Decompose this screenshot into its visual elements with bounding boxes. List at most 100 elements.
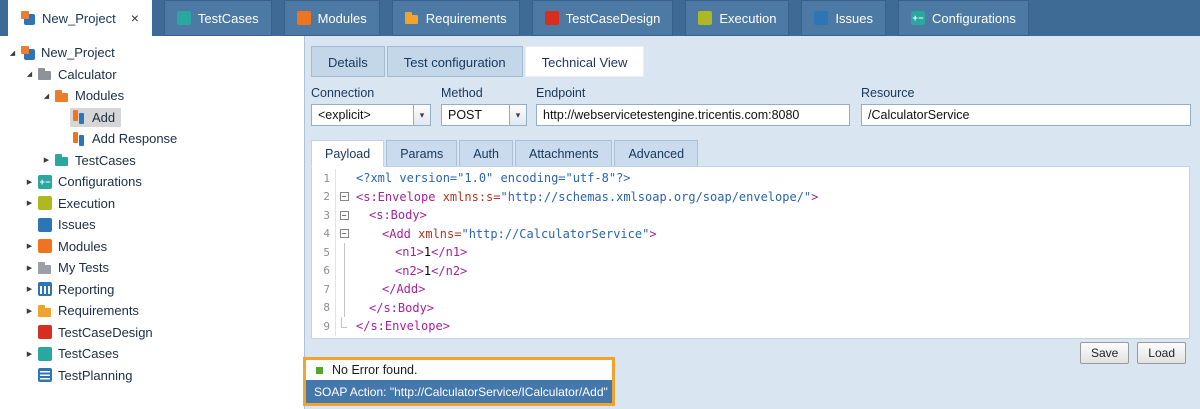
execution-icon [38,196,52,210]
top-tab-issues[interactable]: Issues [801,0,886,36]
method-select[interactable]: POST [441,104,527,126]
tree-item-label: TestPlanning [58,368,132,383]
tree-item-new-project[interactable]: ◢New_Project [0,42,304,64]
top-tab-requirements[interactable]: Requirements [392,0,520,36]
tree-item-add[interactable]: Add [0,107,304,129]
tab-test-configuration[interactable]: Test configuration [387,46,523,77]
resource-input[interactable] [861,104,1191,126]
top-tab-new-project[interactable]: New_Project × [8,0,152,36]
tree-item-label: Configurations [58,174,142,189]
expand-arrow-icon[interactable]: ▶ [40,156,53,164]
module-icon [72,132,86,146]
connection-select[interactable]: <explicit> [311,104,431,126]
tree-item-testplanning[interactable]: TestPlanning [0,365,304,387]
tree-item-add-response[interactable]: Add Response [0,128,304,150]
tree-item-label: Add Response [92,131,177,146]
save-button[interactable]: Save [1080,342,1129,364]
tab-technical-view[interactable]: Technical View [525,46,645,77]
chevron-down-icon[interactable] [509,105,526,125]
fold-guide [336,317,352,336]
tree-item-modules[interactable]: ▶Modules [0,236,304,258]
chevron-down-icon[interactable] [413,105,430,125]
top-tab-testcases[interactable]: TestCases [164,0,272,36]
expand-arrow-icon[interactable]: ▶ [23,199,36,207]
fold-guide [336,299,352,318]
collapse-arrow-icon[interactable]: ◢ [6,49,19,57]
tab-details[interactable]: Details [311,46,385,77]
tree-item-configurations[interactable]: ▶ Configurations [0,171,304,193]
line-number: 9 [312,317,336,336]
expand-arrow-icon[interactable]: ▶ [23,285,36,293]
method-field: Method POST [441,86,527,126]
code-text: <n1>1</n1> [352,243,467,262]
reporting-icon [38,282,52,296]
endpoint-input[interactable] [536,104,850,126]
tab-payload[interactable]: Payload [311,140,384,167]
main-panel: DetailsTest configurationTechnical View … [305,36,1200,409]
expand-arrow-icon[interactable]: ▶ [23,264,36,272]
tree-item-requirements[interactable]: ▶ Requirements [0,300,304,322]
tree-item-calculator[interactable]: ◢Calculator [0,64,304,86]
tree-item-label: Requirements [58,303,139,318]
code-text: <s:Envelope xmlns:s="http://schemas.xmls… [352,188,818,207]
collapse-arrow-icon[interactable]: ◢ [40,92,53,100]
top-tab-label: Issues [835,11,873,26]
tree-item-content: Add Response [70,129,183,148]
tree-item-testcases[interactable]: ▶TestCases [0,343,304,365]
top-tab-testcasedesign[interactable]: TestCaseDesign [532,0,674,36]
code-text: <n2>1</n2> [352,262,467,281]
top-tab-label: New_Project [42,11,116,26]
code-text: <Add xmlns="http://CalculatorService"> [352,225,657,244]
tree-item-content: Requirements [36,301,145,320]
module-icon [72,110,86,124]
tree-item-label: TestCaseDesign [58,325,153,340]
tree-item-issues[interactable]: Issues [0,214,304,236]
top-tab-modules[interactable]: Modules [284,0,380,36]
tab-advanced[interactable]: Advanced [614,140,698,167]
top-tab-label: Modules [318,11,367,26]
line-number: 8 [312,299,336,318]
collapse-arrow-icon[interactable]: ◢ [23,70,36,78]
fold-collapse-icon[interactable]: − [336,188,352,207]
top-tab-configurations[interactable]: Configurations [898,0,1029,36]
expand-arrow-icon[interactable]: ▶ [23,242,36,250]
top-tab-label: TestCases [198,11,259,26]
tree-item-label: Add [92,110,115,125]
tree-item-label: Modules [75,88,124,103]
endpoint-label: Endpoint [536,86,850,100]
testcasedesign-icon [545,11,559,25]
fold-collapse-icon[interactable]: − [336,225,352,244]
code-line: 9</s:Envelope> [312,317,1189,336]
top-tab-label: Execution [719,11,776,26]
tab-params[interactable]: Params [386,140,457,167]
expand-arrow-icon[interactable]: ▶ [23,350,36,358]
tree-item-testcasedesign[interactable]: TestCaseDesign [0,322,304,344]
expand-arrow-icon[interactable]: ▶ [23,178,36,186]
top-tab-execution[interactable]: Execution [685,0,789,36]
tree-item-testcases[interactable]: ▶TestCases [0,150,304,172]
xml-editor[interactable]: 1<?xml version="1.0" encoding="utf-8"?>2… [311,166,1190,339]
tree-item-content: Modules [36,237,113,256]
close-icon[interactable]: × [131,11,139,25]
view-tab-bar: DetailsTest configurationTechnical View [311,46,644,77]
tab-auth[interactable]: Auth [459,140,513,167]
requirements-icon [405,11,419,25]
fold-collapse-icon[interactable]: − [336,206,352,225]
project-icon [21,46,35,60]
tree-item-modules[interactable]: ◢ Modules [0,85,304,107]
status-message-row: No Error found. [306,360,612,380]
tab-attachments[interactable]: Attachments [515,140,612,167]
testcases-icon [38,347,52,361]
tree-item-content: TestCases [36,344,125,363]
expand-arrow-icon[interactable]: ▶ [23,307,36,315]
tree-item-content: Reporting [36,280,120,299]
tree-item-reporting[interactable]: ▶Reporting [0,279,304,301]
tree-item-my-tests[interactable]: ▶My Tests [0,257,304,279]
tree-item-execution[interactable]: ▶Execution [0,193,304,215]
load-button[interactable]: Load [1137,342,1186,364]
tree-item-content: Configurations [36,172,148,191]
tree-item-content: Calculator [36,65,123,84]
connection-value: <explicit> [312,108,413,122]
resource-label: Resource [861,86,1191,100]
top-tab-label: Requirements [426,11,507,26]
